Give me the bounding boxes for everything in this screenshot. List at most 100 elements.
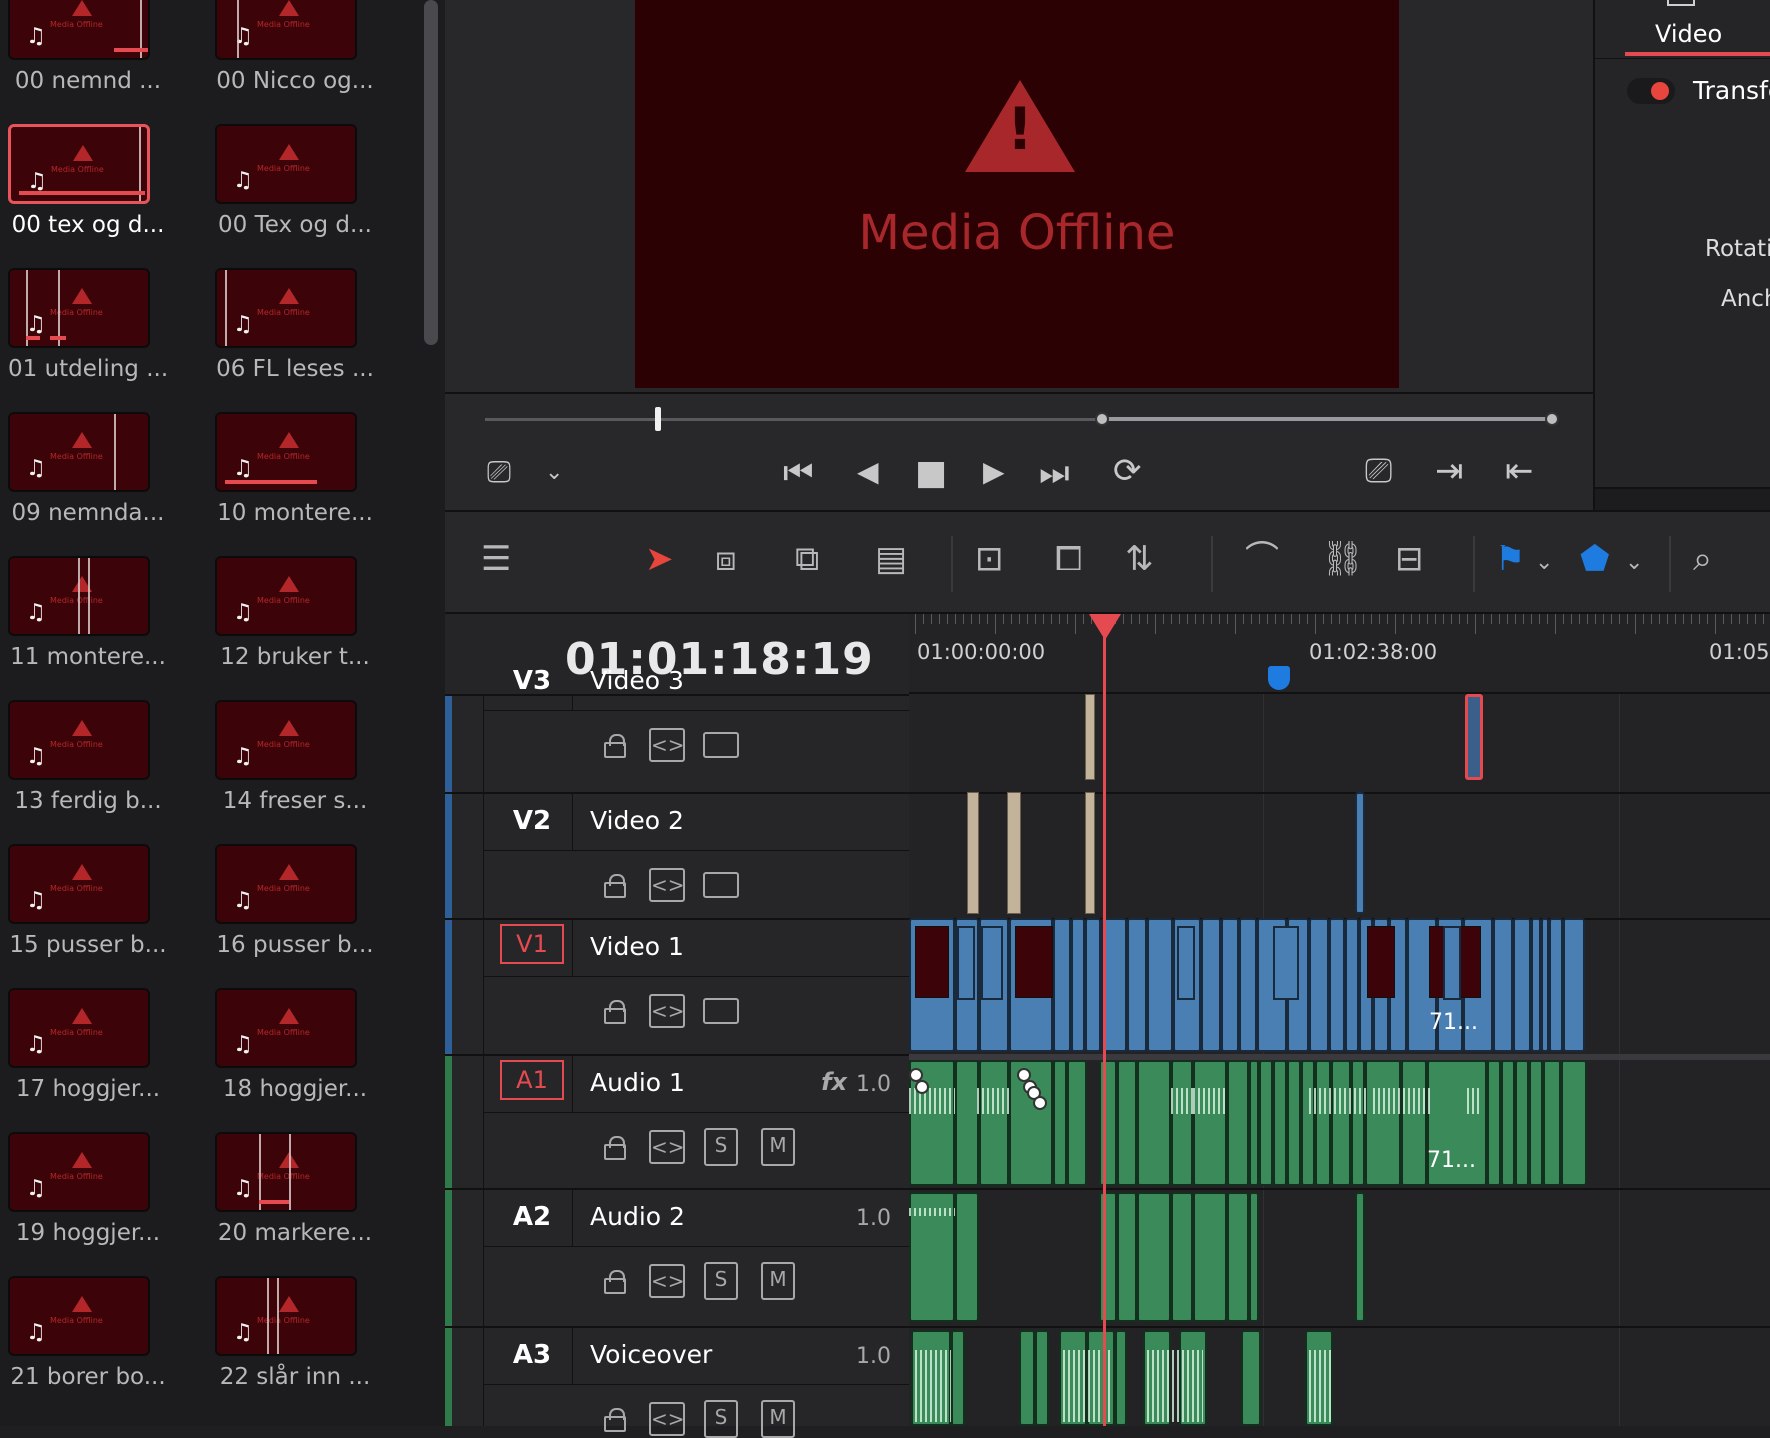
- clip[interactable]: [1529, 1060, 1543, 1186]
- clip[interactable]: [1351, 1060, 1365, 1186]
- scrub-in-handle[interactable]: [1095, 412, 1109, 426]
- clip-name-label[interactable]: 71...: [1427, 1148, 1476, 1173]
- clip[interactable]: [1221, 918, 1239, 1052]
- track-header-v3[interactable]: V3 Video 3 <>: [445, 666, 909, 792]
- track-id[interactable]: V3: [487, 666, 577, 696]
- match-frame-icon[interactable]: ⎚: [1365, 454, 1392, 488]
- mute-button[interactable]: M: [761, 1128, 795, 1166]
- track-id[interactable]: V2: [487, 806, 577, 836]
- timeline-view-icon[interactable]: ☰: [481, 542, 511, 576]
- clip-view-icon[interactable]: ⎚: [487, 458, 511, 488]
- clip[interactable]: [1085, 792, 1095, 914]
- media-pool-scrollbar[interactable]: [424, 0, 438, 345]
- clip-thumbnail[interactable]: Media Offline ♫: [215, 1276, 357, 1356]
- transform-section-title[interactable]: Transform: [1693, 76, 1770, 105]
- clip[interactable]: [1009, 1060, 1053, 1186]
- clip[interactable]: [1331, 1060, 1351, 1186]
- offline-clip-thumb[interactable]: [1367, 926, 1395, 998]
- clip[interactable]: [1487, 1060, 1501, 1186]
- clip[interactable]: [1273, 1060, 1287, 1186]
- solo-button[interactable]: S: [704, 1128, 738, 1166]
- clip[interactable]: [1365, 1060, 1401, 1186]
- dynamic-trim-icon[interactable]: ⧉: [795, 542, 819, 576]
- media-pool-clip[interactable]: Media Offline ♫ 01 utdeling ...: [8, 268, 168, 382]
- clip-inner-frame[interactable]: [1273, 926, 1299, 1000]
- clip-thumbnail[interactable]: Media Offline ♫: [215, 556, 357, 636]
- track-id[interactable]: A2: [487, 1202, 577, 1232]
- clip-thumbnail[interactable]: Media Offline ♫: [8, 0, 150, 60]
- media-pool-clip[interactable]: Media Offline ♫ 06 FL leses ...: [215, 268, 374, 382]
- clip[interactable]: [1329, 918, 1345, 1052]
- clip[interactable]: [1171, 1192, 1193, 1322]
- media-pool-clip[interactable]: Media Offline ♫ 15 pusser b...: [8, 844, 167, 958]
- clip[interactable]: [1053, 1060, 1067, 1186]
- track-id[interactable]: A3: [487, 1340, 577, 1370]
- timeline-marker[interactable]: [1268, 666, 1290, 690]
- clip[interactable]: [1137, 1192, 1171, 1322]
- chevron-down-icon[interactable]: ⌄: [545, 462, 563, 484]
- clip[interactable]: [1315, 1060, 1331, 1186]
- clip[interactable]: [1301, 1060, 1315, 1186]
- clip[interactable]: [1117, 1192, 1137, 1322]
- play-reverse-button[interactable]: ◀: [857, 458, 879, 486]
- clip[interactable]: [967, 792, 979, 914]
- insert-icon[interactable]: ⊡: [975, 542, 1004, 576]
- clip-thumbnail[interactable]: Media Offline ♫: [8, 268, 150, 348]
- snapping-icon[interactable]: ⌒: [1245, 542, 1279, 576]
- clip-thumbnail[interactable]: Media Offline ♫: [215, 124, 357, 204]
- clip-thumbnail[interactable]: Media Offline ♫: [8, 556, 150, 636]
- track-name[interactable]: Voiceover: [590, 1340, 712, 1369]
- media-pool-clip[interactable]: Media Offline ♫ 13 ferdig b...: [8, 700, 162, 814]
- track-header-v1[interactable]: V1 Video 1 <>: [445, 918, 909, 1054]
- chevron-down-icon[interactable]: ⌄: [1535, 552, 1553, 574]
- mute-button[interactable]: M: [761, 1262, 795, 1300]
- clip[interactable]: [1513, 918, 1531, 1052]
- track-header-a1[interactable]: A1 Audio 1 1.0 fx <> S M: [445, 1054, 909, 1188]
- mark-in-button[interactable]: ⇥: [1435, 454, 1464, 488]
- disable-video-icon[interactable]: [703, 732, 739, 758]
- replace-icon[interactable]: ⇅: [1125, 542, 1154, 576]
- track-id[interactable]: A1: [500, 1060, 564, 1100]
- clip[interactable]: [1493, 918, 1513, 1052]
- media-pool-clip[interactable]: Media Offline ♫ 09 nemnda...: [8, 412, 164, 526]
- clip[interactable]: [979, 1060, 1009, 1186]
- scrub-out-handle[interactable]: [1545, 412, 1559, 426]
- clip[interactable]: [1053, 918, 1071, 1052]
- clip[interactable]: [1239, 918, 1257, 1052]
- clip-thumbnail[interactable]: Media Offline ♫: [8, 1276, 150, 1356]
- position-lock-icon[interactable]: ⊟: [1395, 542, 1424, 576]
- timeline-area[interactable]: 01:00:00:00 01:02:38:00 01:05 71... 71...: [909, 614, 1770, 1426]
- track-name[interactable]: Video 2: [590, 806, 684, 835]
- clip[interactable]: [1193, 1192, 1227, 1322]
- media-pool-clip[interactable]: Media Offline ♫ 11 montere...: [8, 556, 166, 670]
- overwrite-icon[interactable]: ⧠: [1055, 542, 1082, 576]
- clip-inner-frame[interactable]: [957, 926, 975, 1000]
- clip[interactable]: [1543, 1060, 1561, 1186]
- media-pool-clip[interactable]: Media Offline ♫ 00 nemnd ...: [8, 0, 161, 94]
- clip-thumbnail[interactable]: Media Offline ♫: [215, 412, 357, 492]
- clip[interactable]: [1541, 918, 1549, 1052]
- clip-thumbnail[interactable]: Media Offline ♫: [8, 412, 150, 492]
- media-pool-clip[interactable]: Media Offline ♫ 17 hoggjer...: [8, 988, 160, 1102]
- blade-icon[interactable]: ▤: [875, 542, 907, 576]
- clip[interactable]: [1117, 1060, 1137, 1186]
- clip[interactable]: [1007, 792, 1021, 914]
- flag-icon[interactable]: ⚑: [1495, 542, 1525, 576]
- track-name[interactable]: Video 3: [590, 666, 684, 695]
- clip[interactable]: [1249, 1060, 1259, 1186]
- media-pool-clip[interactable]: Media Offline ♫ 16 pusser b...: [215, 844, 374, 958]
- auto-track-select-icon[interactable]: <>: [649, 1130, 685, 1164]
- keyframe[interactable]: [1033, 1096, 1047, 1110]
- clip[interactable]: [1249, 1192, 1259, 1322]
- auto-track-select-icon[interactable]: <>: [649, 1264, 685, 1298]
- clip[interactable]: [1561, 1060, 1587, 1186]
- clip[interactable]: [1259, 1060, 1273, 1186]
- clip[interactable]: [1035, 1330, 1049, 1426]
- clip[interactable]: [1345, 918, 1359, 1052]
- clip[interactable]: [1071, 918, 1085, 1052]
- lock-icon[interactable]: [604, 874, 626, 898]
- clip-thumbnail[interactable]: Media Offline ♫: [215, 988, 357, 1068]
- clip[interactable]: [1085, 694, 1095, 780]
- marker-icon[interactable]: ⬟: [1580, 542, 1610, 576]
- clip[interactable]: [951, 1330, 965, 1426]
